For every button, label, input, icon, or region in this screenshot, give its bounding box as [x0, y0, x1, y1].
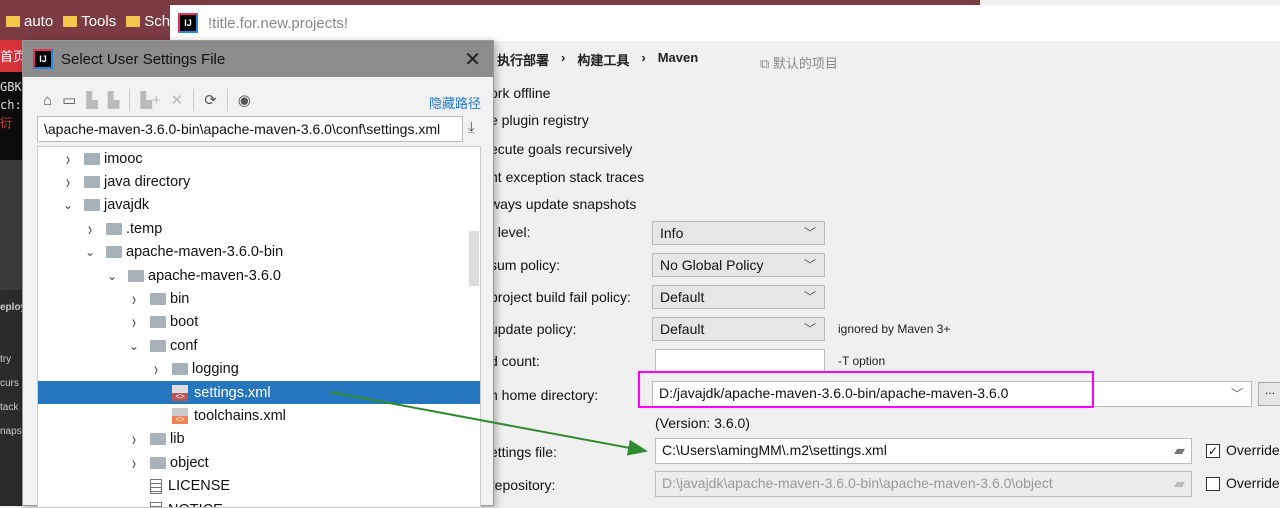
- arrow-annotation: [0, 0, 1280, 506]
- green-arrow: [330, 392, 646, 451]
